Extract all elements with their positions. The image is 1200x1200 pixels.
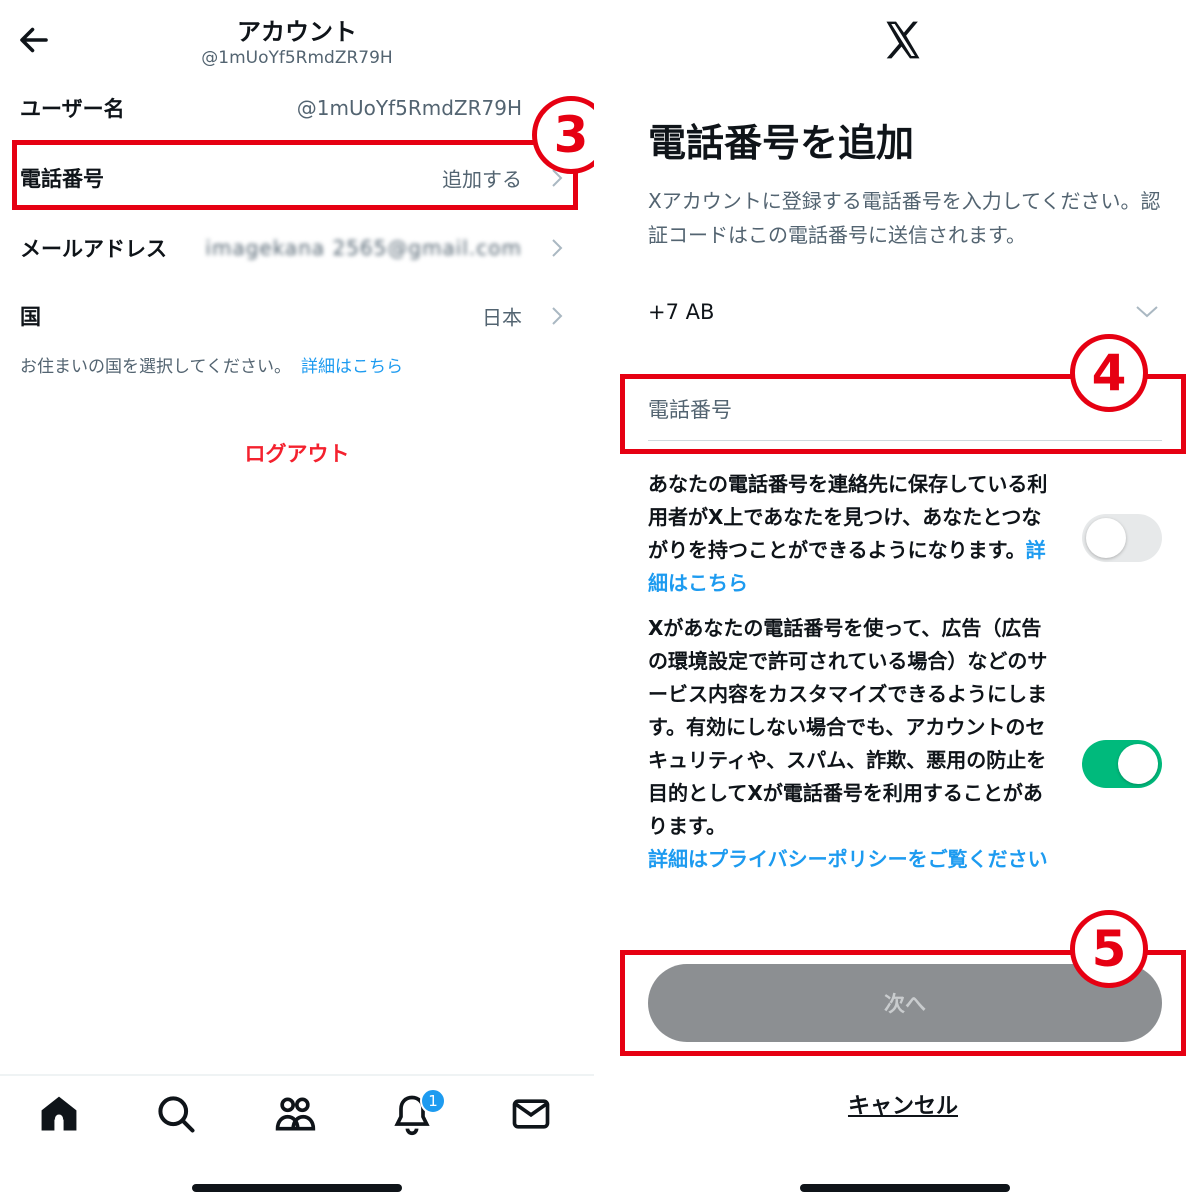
row-label: ユーザー名	[20, 97, 125, 121]
settings-row-country[interactable]: 国 日本	[0, 286, 594, 346]
highlight-box-phone-row	[12, 140, 578, 210]
notification-badge: 1	[420, 1088, 446, 1114]
toggle-knob	[1118, 744, 1158, 784]
step-marker-4: 4	[1070, 334, 1148, 412]
tab-bar-divider	[0, 1074, 594, 1076]
page-title: 電話番号を追加	[648, 121, 915, 165]
communities-icon[interactable]	[273, 1092, 317, 1136]
row-value: @1mUoYf5RmdZR79H	[296, 96, 522, 120]
cancel-link[interactable]: キャンセル	[606, 1088, 1200, 1120]
home-icon[interactable]	[37, 1092, 81, 1136]
discoverability-toggle[interactable]	[1082, 514, 1162, 562]
chevron-right-icon	[552, 239, 563, 257]
page-description: Xアカウントに登録する電話番号を入力してください。認証コードはこの電話番号に送信…	[648, 189, 1161, 247]
privacy-policy-link[interactable]: 詳細はプライバシーポリシーをご覧ください	[648, 847, 1048, 871]
home-indicator	[192, 1184, 402, 1192]
row-label: メールアドレス	[20, 237, 167, 261]
toggle-knob	[1086, 518, 1126, 558]
personalization-toggle[interactable]	[1082, 740, 1162, 788]
step-marker-5: 5	[1070, 910, 1148, 988]
row-value-blurred: imagekana 2565@gmail.com	[205, 236, 522, 260]
page-title: アカウント	[237, 18, 357, 46]
country-note: お住まいの国を選択してください。 詳細はこちら	[20, 357, 403, 377]
chevron-right-icon	[552, 307, 563, 325]
country-code-select[interactable]: +7 AB	[648, 300, 714, 324]
account-settings-panel: アカウント @1mUoYf5RmdZR79H ユーザー名 @1mUoYf5Rmd…	[0, 0, 610, 1200]
chevron-down-icon	[1136, 306, 1158, 318]
x-logo-icon	[886, 21, 920, 59]
settings-row-username[interactable]: ユーザー名 @1mUoYf5RmdZR79H	[0, 78, 594, 138]
personalization-option-text: Xがあなたの電話番号を使って、広告（広告の環境設定で許可されている場合）などのサ…	[648, 616, 1048, 871]
settings-row-email[interactable]: メールアドレス imagekana 2565@gmail.com	[0, 218, 594, 278]
country-learn-more-link[interactable]: 詳細はこちら	[301, 357, 403, 377]
row-value: 日本	[482, 305, 522, 330]
row-label: 国	[20, 305, 41, 329]
logout-button[interactable]: ログアウト	[0, 438, 594, 468]
panel-divider	[594, 0, 606, 1200]
search-icon[interactable]	[154, 1092, 198, 1136]
discoverability-option-text: あなたの電話番号を連絡先に保存している利用者がX上であなたを見つけ、あなたとつな…	[648, 472, 1048, 595]
messages-envelope-icon[interactable]	[509, 1092, 553, 1136]
account-handle: @1mUoYf5RmdZR79H	[201, 48, 393, 68]
home-indicator	[800, 1184, 1010, 1192]
add-phone-panel: 電話番号を追加 Xアカウントに登録する電話番号を入力してください。認証コードはこ…	[606, 0, 1200, 1200]
